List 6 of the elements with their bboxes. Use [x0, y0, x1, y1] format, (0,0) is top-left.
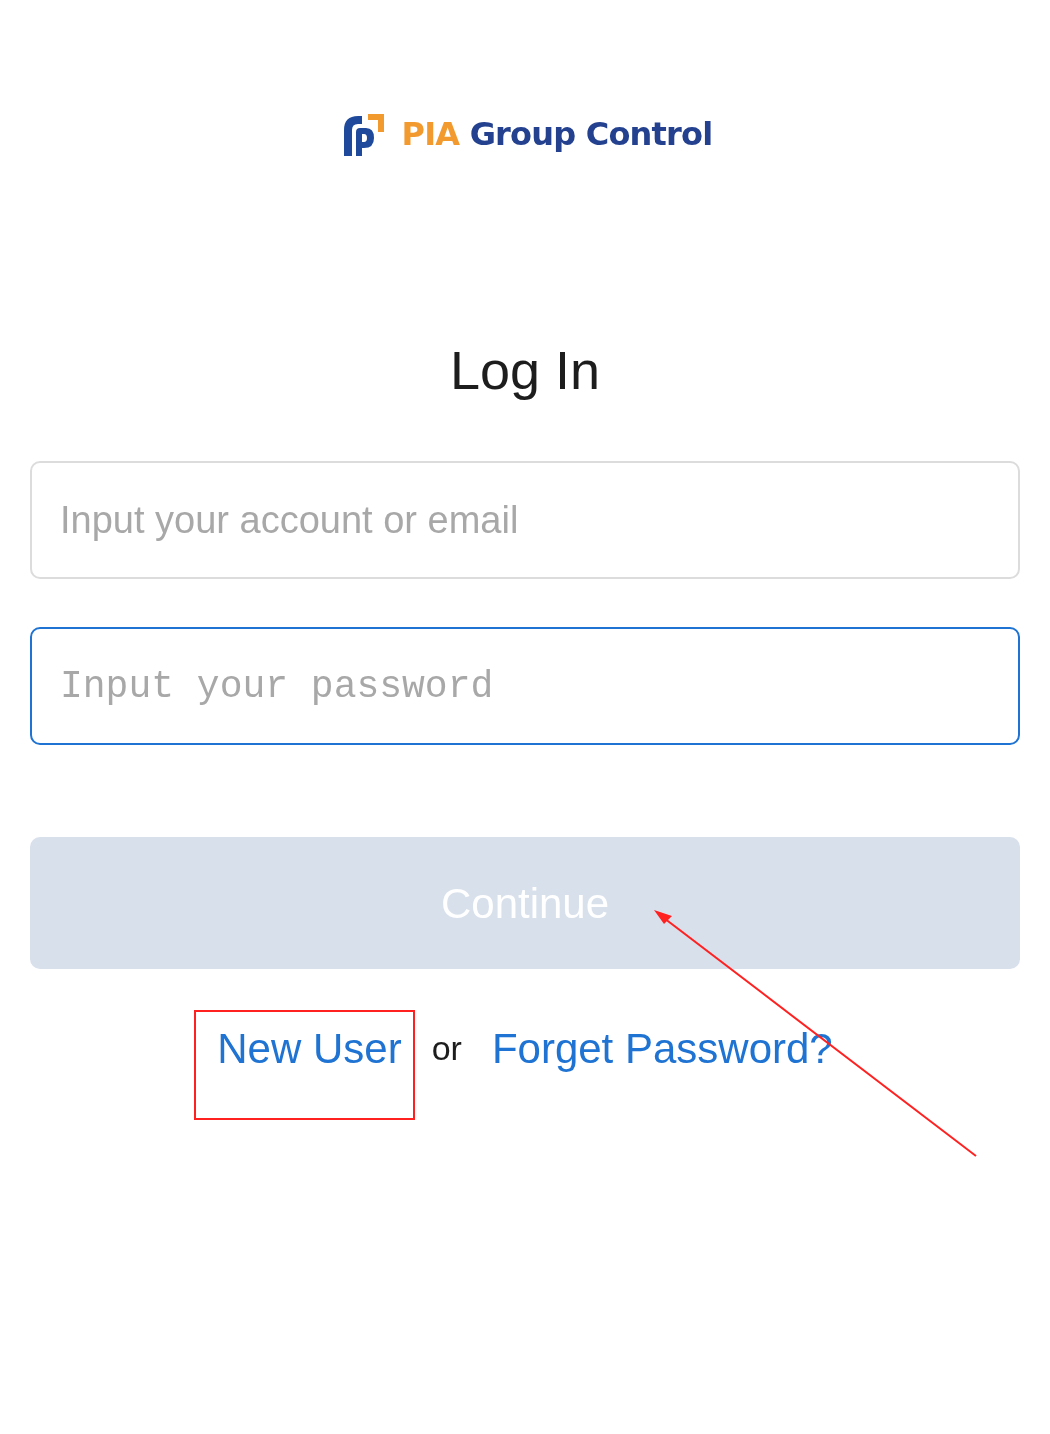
link[interactable]: New User: [217, 1017, 402, 1080]
brand-name: PIA Group Control: [401, 114, 713, 155]
separator-text: or: [431, 1028, 462, 1069]
account-field[interactable]: Input your account or email: [30, 461, 1020, 579]
link[interactable]: Forget Password?: [491, 1017, 833, 1080]
password-field[interactable]: Input your password: [30, 627, 1020, 745]
